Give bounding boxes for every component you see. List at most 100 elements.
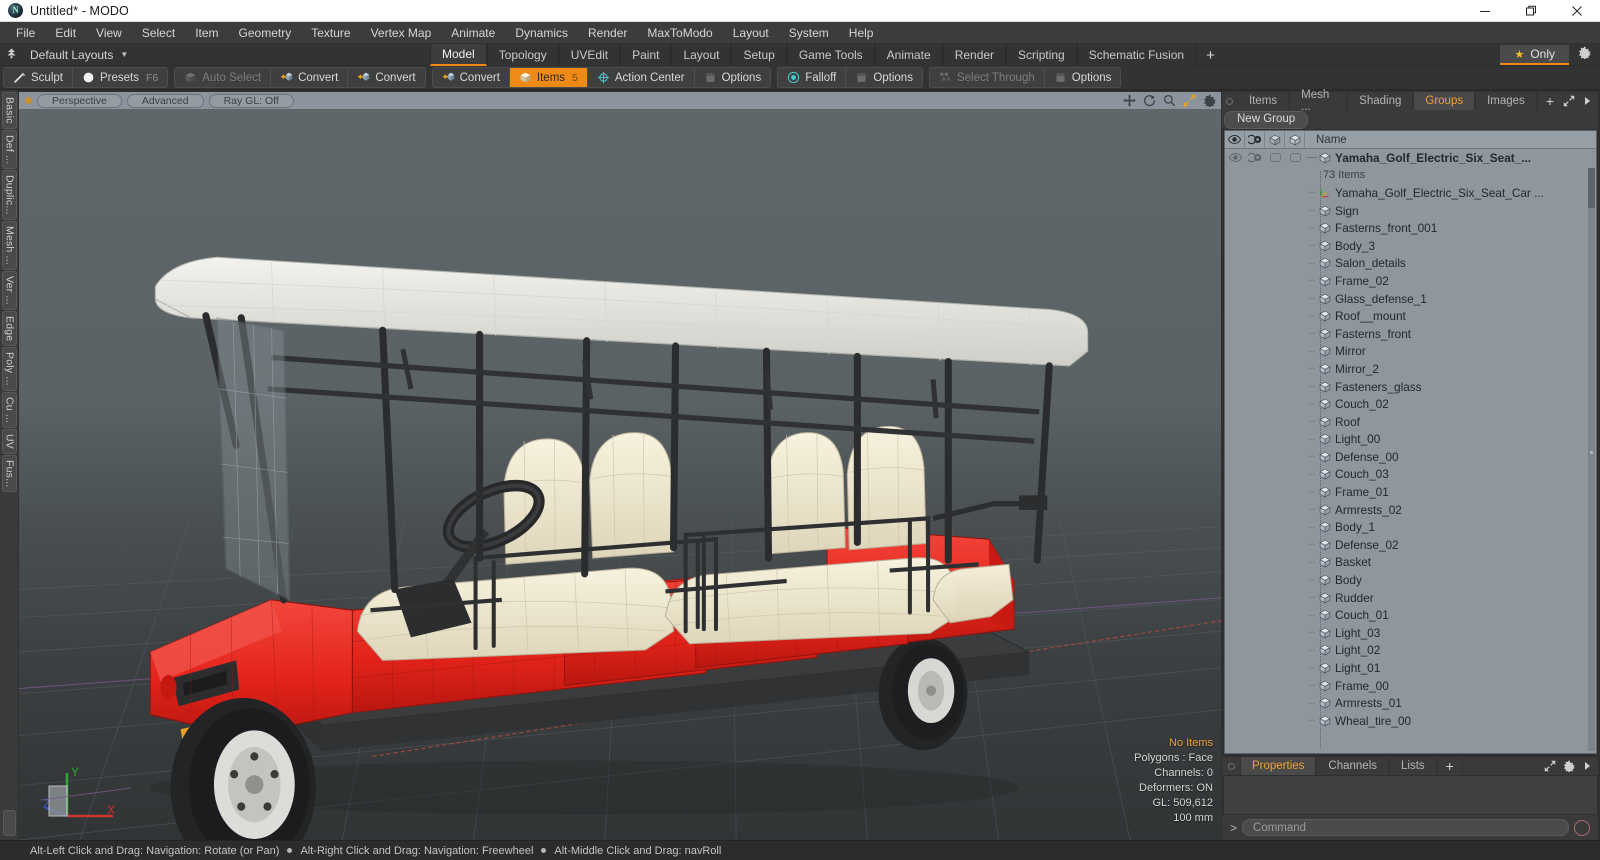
- left-tab-edge[interactable]: Edge: [1, 310, 17, 346]
- list-item[interactable]: ·· Couch_02: [1225, 395, 1596, 413]
- list-item[interactable]: ·· Roof__mount: [1225, 307, 1596, 325]
- list-item[interactable]: ·· Basket: [1225, 554, 1596, 572]
- tab-layout[interactable]: Layout: [671, 44, 732, 66]
- menu-layout[interactable]: Layout: [723, 23, 779, 43]
- viewport-shading-pill[interactable]: Advanced: [126, 93, 204, 108]
- list-item[interactable]: ·· Defense_02: [1225, 536, 1596, 554]
- convert-button-1[interactable]: Convert: [271, 68, 349, 87]
- tab-groups[interactable]: Groups: [1413, 92, 1476, 110]
- tab-images[interactable]: Images: [1475, 92, 1537, 110]
- tab-model[interactable]: Model: [430, 44, 487, 66]
- list-item[interactable]: ·· Light_00: [1225, 431, 1596, 449]
- tab-game-tools[interactable]: Game Tools: [786, 44, 875, 66]
- rotate-icon[interactable]: [1143, 94, 1156, 107]
- left-tab-deform[interactable]: Def ...: [1, 129, 17, 170]
- auto-select-button[interactable]: Auto Select: [175, 68, 272, 87]
- zoom-magnifier-icon[interactable]: [1163, 94, 1176, 107]
- tab-paint[interactable]: Paint: [620, 44, 672, 66]
- chevron-down-icon[interactable]: ▼: [120, 50, 128, 59]
- tab-lists[interactable]: Lists: [1389, 757, 1437, 775]
- left-tab-basic[interactable]: Basic: [1, 92, 17, 129]
- menu-file[interactable]: File: [6, 23, 45, 43]
- root-wireframe-toggle[interactable]: [1285, 149, 1305, 166]
- options-button-3[interactable]: Options: [1044, 68, 1121, 87]
- add-properties-tab-button[interactable]: +: [1436, 757, 1463, 775]
- add-tab-button[interactable]: +: [1196, 44, 1225, 66]
- tab-setup[interactable]: Setup: [731, 44, 787, 66]
- list-item[interactable]: ·· Rudder: [1225, 589, 1596, 607]
- tab-shading[interactable]: Shading: [1347, 92, 1414, 110]
- list-item[interactable]: ·· Couch_03: [1225, 466, 1596, 484]
- list-item[interactable]: ·· Fasterns_front_001: [1225, 219, 1596, 237]
- left-tab-vertex[interactable]: Ver ...: [1, 270, 17, 310]
- fit-arrows-icon[interactable]: [1183, 94, 1196, 107]
- tab-channels[interactable]: Channels: [1316, 757, 1390, 775]
- list-item[interactable]: ·· Glass_defense_1: [1225, 290, 1596, 308]
- convert-button-3[interactable]: Convert: [432, 68, 510, 87]
- convert-button-2[interactable]: Convert: [348, 68, 425, 87]
- items-mode-button[interactable]: Items 5: [509, 68, 588, 87]
- menu-texture[interactable]: Texture: [301, 23, 360, 43]
- list-item[interactable]: ·· Defense_00: [1225, 448, 1596, 466]
- chevron-right-icon[interactable]: [1582, 761, 1592, 771]
- layout-tree-icon[interactable]: [0, 47, 22, 63]
- menu-edit[interactable]: Edit: [45, 23, 86, 43]
- gear-icon[interactable]: [1563, 760, 1575, 772]
- menu-vertex-map[interactable]: Vertex Map: [361, 23, 442, 43]
- record-circle-icon[interactable]: [1574, 819, 1590, 836]
- minimize-button[interactable]: [1462, 0, 1508, 22]
- list-item[interactable]: ·· Mirror_2: [1225, 360, 1596, 378]
- list-item[interactable]: ·· Body_1: [1225, 518, 1596, 536]
- list-item[interactable]: ·· Salon_details: [1225, 255, 1596, 273]
- column-visibility[interactable]: [1225, 131, 1245, 149]
- root-shading-toggle[interactable]: [1245, 149, 1265, 166]
- tab-topology[interactable]: Topology: [486, 44, 559, 66]
- list-item[interactable]: ·· Yamaha_Golf_Electric_Six_Seat_Car ...: [1225, 184, 1596, 202]
- menu-view[interactable]: View: [86, 23, 132, 43]
- options-button-1[interactable]: Options: [694, 68, 771, 87]
- menu-dynamics[interactable]: Dynamics: [505, 23, 578, 43]
- tree-expand-toggle[interactable]: —: [1305, 152, 1319, 163]
- viewport-raygl-pill[interactable]: Ray GL: Off: [208, 93, 294, 108]
- list-item[interactable]: ·· Roof: [1225, 413, 1596, 431]
- column-shading[interactable]: [1245, 131, 1265, 149]
- new-group-button[interactable]: New Group: [1224, 110, 1309, 129]
- maximize-button[interactable]: [1508, 0, 1554, 22]
- left-strip-extra-button[interactable]: [2, 810, 16, 836]
- menu-render[interactable]: Render: [578, 23, 637, 43]
- left-tab-curve[interactable]: Cu ...: [1, 391, 17, 428]
- list-item[interactable]: ·· Light_03: [1225, 624, 1596, 642]
- viewport-projection-pill[interactable]: Perspective: [37, 93, 122, 108]
- list-item[interactable]: ·· Wheal_tire_00: [1225, 712, 1596, 730]
- left-tab-mesh[interactable]: Mesh ...: [1, 220, 17, 270]
- root-visibility-toggle[interactable]: [1225, 149, 1245, 166]
- tab-mesh[interactable]: Mesh ...: [1289, 89, 1348, 113]
- menu-select[interactable]: Select: [132, 23, 185, 43]
- list-item[interactable]: ·· Fasteners_glass: [1225, 378, 1596, 396]
- list-item[interactable]: ·· Light_02: [1225, 642, 1596, 660]
- column-render[interactable]: [1265, 131, 1285, 149]
- left-tab-polygon[interactable]: Poly ...: [1, 346, 17, 391]
- menu-item[interactable]: Item: [185, 23, 228, 43]
- tab-render[interactable]: Render: [942, 44, 1007, 66]
- action-center-button[interactable]: Action Center: [587, 68, 695, 87]
- list-item[interactable]: ·· Body_3: [1225, 237, 1596, 255]
- root-render-toggle[interactable]: [1265, 149, 1285, 166]
- menu-geometry[interactable]: Geometry: [229, 23, 302, 43]
- options-button-2[interactable]: Options: [846, 68, 922, 87]
- list-item[interactable]: ·· Frame_02: [1225, 272, 1596, 290]
- add-panel-tab-button[interactable]: +: [1536, 92, 1563, 110]
- panel-menu-knob[interactable]: [1222, 92, 1237, 110]
- properties-menu-knob[interactable]: [1222, 757, 1240, 775]
- menu-help[interactable]: Help: [839, 23, 884, 43]
- list-item[interactable]: ·· Armrests_02: [1225, 501, 1596, 519]
- list-item[interactable]: ·· Mirror: [1225, 343, 1596, 361]
- chevron-right-icon[interactable]: [1582, 96, 1592, 106]
- select-through-button[interactable]: Select Through: [929, 68, 1045, 87]
- tab-uvedit[interactable]: UVEdit: [558, 44, 621, 66]
- tab-properties[interactable]: Properties: [1240, 757, 1317, 775]
- left-tab-uv[interactable]: UV: [1, 428, 17, 454]
- sculpt-button[interactable]: Sculpt: [4, 68, 73, 87]
- list-item[interactable]: ·· Light_01: [1225, 659, 1596, 677]
- group-root-row[interactable]: — Yamaha_Golf_Electric_Six_Seat_...: [1225, 149, 1596, 167]
